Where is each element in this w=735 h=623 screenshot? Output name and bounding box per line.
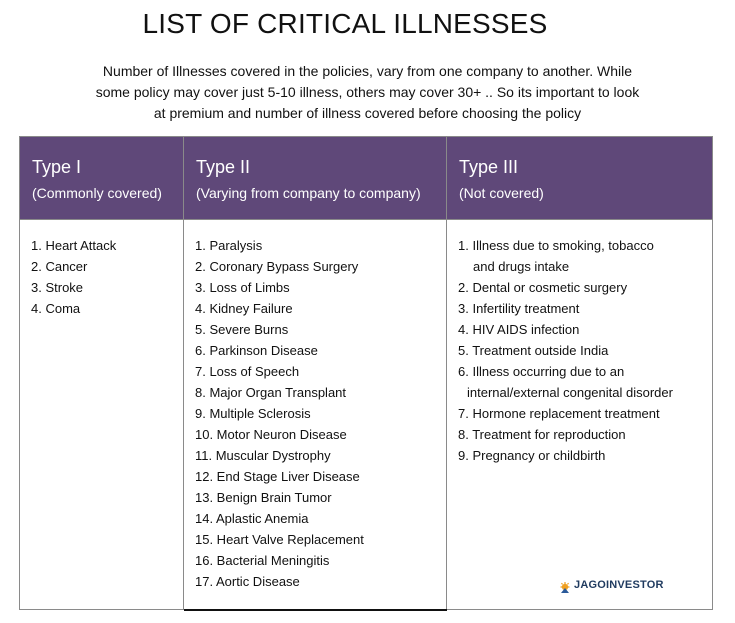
list-item: 14. Aplastic Anemia [195, 511, 309, 526]
list-item: 2. Dental or cosmetic surgery [458, 280, 628, 295]
list-item: 8. Major Organ Transplant [195, 385, 347, 400]
intro-line: some policy may cover just 5-10 illness,… [95, 84, 640, 100]
illness-table: Type I (Commonly covered) Type II (Varyi… [19, 136, 713, 611]
intro-line: Number of Illnesses covered in the polic… [102, 63, 633, 79]
list-item: 10. Motor Neuron Disease [195, 427, 347, 442]
list-item: 13. Benign Brain Tumor [195, 490, 332, 505]
list-item: 5. Treatment outside India [458, 343, 609, 358]
column-subtitle: (Not covered) [459, 185, 544, 201]
list-item: 6. Illness occurring due to an [458, 364, 625, 379]
column-bottom-border [184, 609, 447, 611]
list-item: 4. Coma [31, 301, 81, 316]
list-item: 16. Bacterial Meningitis [195, 553, 330, 568]
list-item: 9. Multiple Sclerosis [195, 406, 311, 421]
column-title: Type I [32, 157, 82, 177]
column-header-type-3: Type III (Not covered) [459, 137, 709, 219]
list-item: 11. Muscular Dystrophy [195, 448, 331, 463]
list-item: 15. Heart Valve Replacement [195, 532, 364, 547]
column-divider [183, 137, 184, 609]
jagoinvestor-logo: JAGOINVESTOR [560, 579, 664, 593]
column-divider [446, 137, 447, 609]
column-title: Type III [459, 157, 519, 177]
list-item: 7. Loss of Speech [195, 364, 300, 379]
column-header-type-2: Type II (Varying from company to company… [196, 137, 446, 219]
list-item: 9. Pregnancy or childbirth [458, 448, 606, 463]
type-3-illness-list: 1. Illness due to smoking, tobacco and d… [458, 235, 673, 466]
list-item: 1. Illness due to smoking, tobacco [458, 238, 654, 253]
list-item: 3. Infertility treatment [458, 301, 580, 316]
list-item: 17. Aortic Disease [195, 574, 300, 589]
column-subtitle: (Commonly covered) [32, 185, 162, 201]
type-2-illness-list: 1. Paralysis 2. Coronary Bypass Surgery … [195, 235, 364, 592]
type-1-illness-list: 1. Heart Attack 2. Cancer 3. Stroke 4. C… [31, 235, 116, 319]
list-item: 5. Severe Burns [195, 322, 289, 337]
list-item: 3. Stroke [31, 280, 84, 295]
list-item: 4. HIV AIDS infection [458, 322, 580, 337]
list-item: 12. End Stage Liver Disease [195, 469, 360, 484]
list-item: 3. Loss of Limbs [195, 280, 290, 295]
jagoinvestor-logo-icon [560, 580, 570, 593]
list-item-continuation: internal/external congenital disorder [467, 385, 673, 400]
list-item: 8. Treatment for reproduction [458, 427, 626, 442]
column-title: Type II [196, 157, 251, 177]
page-title: LIST OF CRITICAL ILLNESSES [142, 8, 548, 39]
list-item: 1. Heart Attack [31, 238, 117, 253]
list-item: 7. Hormone replacement treatment [458, 406, 660, 421]
list-item: 4. Kidney Failure [195, 301, 293, 316]
list-item-continuation: and drugs intake [473, 259, 570, 274]
list-item: 6. Parkinson Disease [195, 343, 318, 358]
list-item: 2. Coronary Bypass Surgery [195, 259, 359, 274]
list-item: 1. Paralysis [195, 238, 263, 253]
intro-line: at premium and number of illness covered… [153, 105, 582, 121]
column-subtitle: (Varying from company to company) [196, 185, 421, 201]
column-header-type-1: Type I (Commonly covered) [32, 137, 182, 219]
logo-text: JAGOINVESTOR [574, 579, 664, 591]
intro-paragraph: Number of Illnesses covered in the polic… [0, 61, 735, 124]
list-item: 2. Cancer [31, 259, 88, 274]
